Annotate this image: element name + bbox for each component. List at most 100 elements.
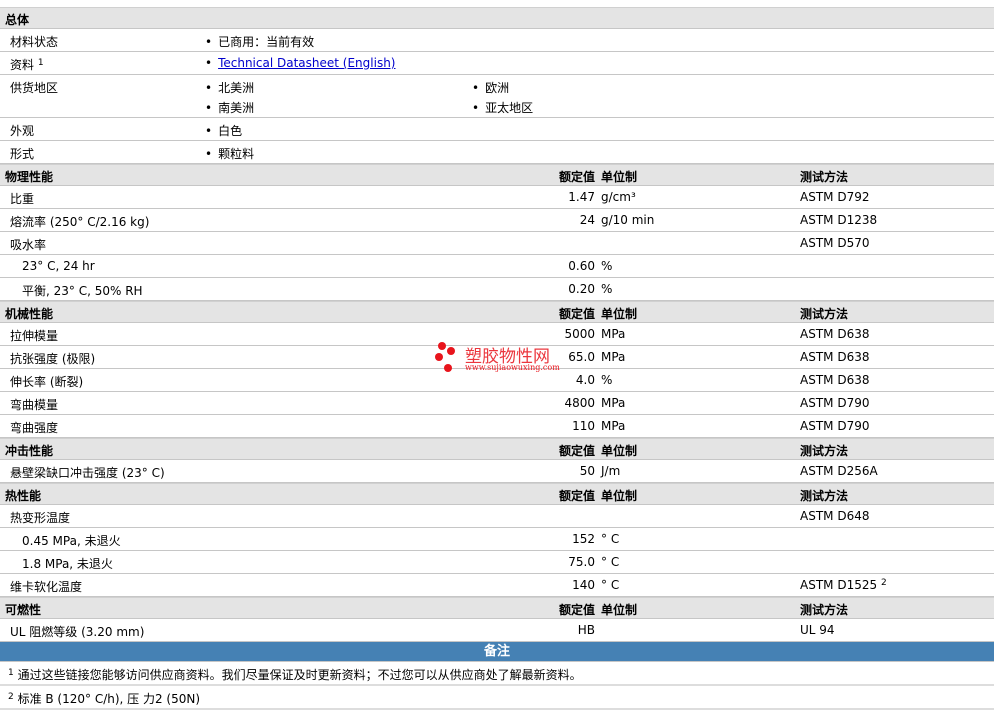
section-title: 总体: [5, 13, 30, 27]
notes-title: 备注: [483, 644, 510, 659]
test-method: ASTM D638: [800, 373, 869, 387]
column-header-method: 测试方法: [800, 307, 849, 321]
property-row: 1.8 MPa, 未退火 75.0 ° C: [0, 551, 994, 574]
property-unit: MPa: [601, 327, 626, 341]
property-row: 悬壁梁缺口冲击强度 (23° C) 50 J/m ASTM D256A: [0, 460, 994, 483]
doc-item: Technical Datasheet (English): [205, 56, 395, 70]
note-body: 通过这些链接您能够访问供应商资料。我们尽量保证及时更新资料；不过您可以从供应商处…: [17, 668, 582, 682]
property-unit: g/cm³: [601, 190, 636, 204]
property-row: 维卡软化温度 140 ° C ASTM D1525 2: [0, 574, 994, 597]
property-row: 平衡, 23° C, 50% RH 0.20 %: [0, 278, 994, 301]
test-method: ASTM D790: [800, 419, 869, 433]
property-label: 比重: [10, 192, 35, 206]
note-1: 1 通过这些链接您能够访问供应商资料。我们尽量保证及时更新资料；不过您可以从供应…: [0, 662, 994, 686]
row-label: 形式: [10, 147, 35, 161]
watermark-logo: 塑胶物性网 www.sujiaowuxing.com: [433, 340, 563, 379]
property-label: 维卡软化温度: [10, 580, 83, 594]
property-row: 热变形温度 ASTM D648: [0, 505, 994, 528]
footnote-ref: 1: [37, 58, 44, 68]
test-method: ASTM D790: [800, 396, 869, 410]
test-method-text: ASTM D570: [800, 236, 870, 250]
note-body: 标准 B (120° C/h), 压 力2 (50N): [17, 692, 201, 706]
section-header: 冲击性能 额定值 单位制 测试方法: [0, 438, 994, 460]
region-item: 欧洲: [472, 79, 509, 96]
property-unit: MPa: [601, 396, 626, 410]
row-regions: 供货地区 北美洲 欧洲 南美洲 亚太地区: [0, 75, 994, 118]
column-header-unit: 单位制: [601, 489, 638, 503]
property-value: 24: [579, 213, 595, 227]
property-label: 热变形温度: [10, 511, 71, 525]
section-title: 可燃性: [5, 603, 42, 617]
column-header-value: 额定值: [558, 489, 595, 503]
test-method: ASTM D638: [800, 327, 869, 341]
note-number: 1: [8, 668, 14, 678]
test-method-text: ASTM D638: [800, 327, 870, 341]
footnote-ref: 2: [880, 578, 887, 588]
note-text: 1 通过这些链接您能够访问供应商资料。我们尽量保证及时更新资料；不过您可以从供应…: [8, 666, 582, 683]
label-text: 资料: [10, 58, 35, 72]
note-number: 2: [8, 692, 14, 702]
test-method: ASTM D648: [800, 509, 869, 523]
region-item: 南美洲: [205, 99, 254, 116]
region-item: 北美洲: [205, 79, 254, 96]
section-header: 物理性能 额定值 单位制 测试方法: [0, 164, 994, 186]
property-unit: %: [601, 373, 613, 387]
property-unit: MPa: [601, 419, 626, 433]
property-unit: J/m: [601, 464, 621, 478]
property-row: 23° C, 24 hr 0.60 %: [0, 255, 994, 278]
test-method-text: UL 94: [800, 623, 835, 637]
property-value: 5000: [564, 327, 595, 341]
row-appearance: 外观 白色: [0, 118, 994, 141]
property-label: 伸长率 (断裂): [10, 375, 84, 389]
test-method: ASTM D792: [800, 190, 869, 204]
form-value: 颗粒料: [205, 145, 254, 162]
section-header: 机械性能 额定值 单位制 测试方法: [0, 301, 994, 323]
property-label: 23° C, 24 hr: [22, 259, 95, 273]
section-header: 热性能 额定值 单位制 测试方法: [0, 483, 994, 505]
test-method: ASTM D256A: [800, 464, 878, 478]
row-label: 外观: [10, 124, 35, 138]
property-value: 0.60: [568, 259, 595, 273]
section-title: 热性能: [5, 489, 42, 503]
property-label: 吸水率: [10, 238, 47, 252]
column-header-method: 测试方法: [800, 489, 849, 503]
property-row: 弯曲强度 110 MPa ASTM D790: [0, 415, 994, 438]
test-method-text: ASTM D638: [800, 373, 870, 387]
property-label: UL 阻燃等级 (3.20 mm): [10, 625, 145, 639]
property-row: 比重 1.47 g/cm³ ASTM D792: [0, 186, 994, 209]
column-header-value: 额定值: [558, 603, 595, 617]
property-value: 4800: [564, 396, 595, 410]
test-method: ASTM D1525 2: [800, 578, 887, 592]
technical-datasheet-link[interactable]: Technical Datasheet (English): [218, 56, 395, 70]
column-header-unit: 单位制: [601, 444, 638, 458]
property-label: 抗张强度 (极限): [10, 352, 96, 366]
column-header-value: 额定值: [558, 170, 595, 184]
property-value: 110: [572, 419, 595, 433]
row-docs: 资料 1 Technical Datasheet (English): [0, 52, 994, 75]
watermark-url: www.sujiaowuxing.com: [465, 363, 560, 372]
notes-header: 备注: [0, 642, 994, 662]
property-unit: ° C: [601, 555, 620, 569]
column-header-method: 测试方法: [800, 170, 849, 184]
test-method-text: ASTM D1238: [800, 213, 878, 227]
row-label: 供货地区: [10, 81, 59, 95]
property-label: 弯曲强度: [10, 421, 59, 435]
property-unit: g/10 min: [601, 213, 655, 227]
property-unit: ° C: [601, 532, 620, 546]
property-label: 0.45 MPa, 未退火: [22, 534, 121, 548]
property-value: 1.47: [568, 190, 595, 204]
property-label: 1.8 MPa, 未退火: [22, 557, 113, 571]
column-header-value: 额定值: [558, 307, 595, 321]
section-title: 物理性能: [5, 170, 54, 184]
region-item: 亚太地区: [472, 99, 533, 116]
row-label: 材料状态: [10, 35, 59, 49]
test-method-text: ASTM D638: [800, 350, 870, 364]
test-method-text: ASTM D790: [800, 419, 870, 433]
property-row: 吸水率 ASTM D570: [0, 232, 994, 255]
property-value: 140: [572, 578, 595, 592]
test-method-text: ASTM D1525: [800, 578, 878, 592]
row-label: 资料 1: [10, 56, 44, 73]
section-header-general: 总体: [0, 7, 994, 29]
column-header-unit: 单位制: [601, 307, 638, 321]
test-method-text: ASTM D792: [800, 190, 870, 204]
